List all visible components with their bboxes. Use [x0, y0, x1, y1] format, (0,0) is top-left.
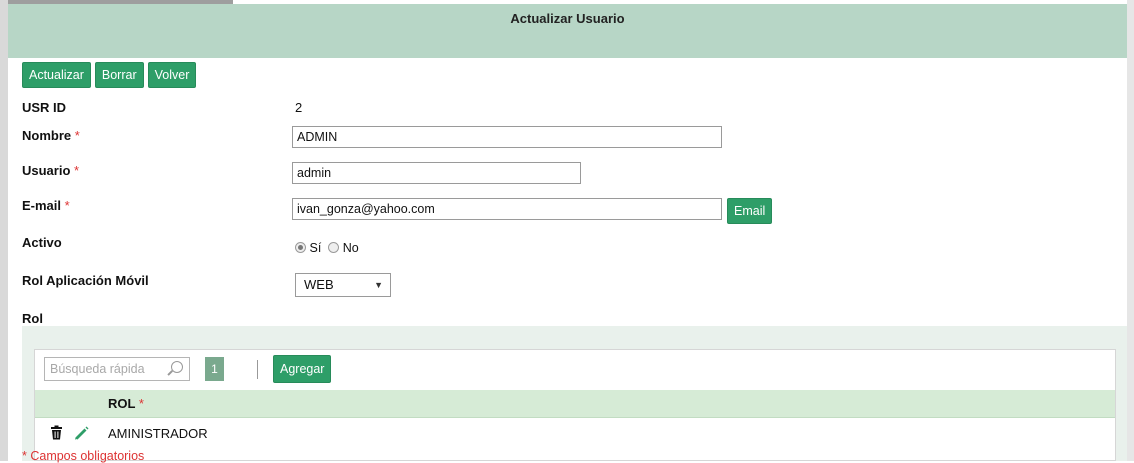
email-label: E-mail *: [22, 198, 70, 213]
nombre-label-text: Nombre: [22, 128, 72, 143]
email-input[interactable]: [292, 198, 722, 220]
required-marker: *: [64, 198, 70, 213]
email-button[interactable]: Email: [727, 198, 773, 224]
pencil-icon[interactable]: [73, 425, 89, 444]
activo-no-label: No: [342, 241, 359, 255]
activo-radio-group: Sí No: [295, 241, 359, 255]
required-marker: *: [74, 163, 80, 178]
left-border: [0, 0, 8, 461]
usuario-input[interactable]: [292, 162, 581, 184]
delete-button[interactable]: Borrar: [94, 62, 144, 88]
form-toolbar: Actualizar Borrar Volver: [22, 62, 197, 88]
grid-header-row: ROL *: [35, 390, 1115, 418]
usr-id-value: 2: [295, 100, 303, 115]
activo-label: Activo: [22, 235, 62, 250]
usuario-label-text: Usuario: [22, 163, 71, 178]
page-title-bar: Actualizar Usuario: [8, 4, 1127, 58]
add-role-button[interactable]: Agregar: [273, 355, 332, 383]
update-button[interactable]: Actualizar: [22, 62, 91, 88]
trash-icon[interactable]: [50, 425, 63, 443]
email-label-text: E-mail: [22, 198, 62, 213]
nombre-input[interactable]: [292, 126, 722, 148]
page-number[interactable]: 1: [205, 357, 224, 381]
usr-id-label: USR ID: [22, 100, 66, 115]
column-header-rol-label: ROL: [108, 396, 136, 411]
rol-cell: AMINISTRADOR: [108, 426, 208, 441]
column-header-rol[interactable]: ROL *: [108, 396, 144, 411]
rol-movil-label: Rol Aplicación Móvil: [22, 273, 149, 288]
search-icon: [171, 361, 183, 373]
activo-yes-label: Sí: [309, 241, 322, 255]
usuario-label: Usuario *: [22, 163, 79, 178]
rol-movil-select[interactable]: WEB ▼: [295, 273, 391, 297]
rol-label: Rol: [22, 311, 43, 326]
usr-id-label-text: USR ID: [22, 100, 67, 115]
quick-search-placeholder: Búsqueda rápida: [50, 362, 145, 376]
activo-yes-radio[interactable]: [295, 242, 306, 253]
required-marker: *: [138, 396, 144, 411]
activo-no-radio[interactable]: [328, 242, 340, 253]
rol-movil-selected: WEB: [304, 277, 334, 292]
nombre-label: Nombre *: [22, 128, 80, 143]
toolbar-divider: [257, 360, 258, 379]
chevron-down-icon: ▼: [374, 280, 383, 290]
required-marker: *: [74, 128, 80, 143]
back-button[interactable]: Volver: [147, 62, 197, 88]
right-scroll-track[interactable]: [1127, 0, 1134, 461]
quick-search-input[interactable]: Búsqueda rápida: [44, 357, 190, 381]
page-title: Actualizar Usuario: [510, 11, 625, 26]
